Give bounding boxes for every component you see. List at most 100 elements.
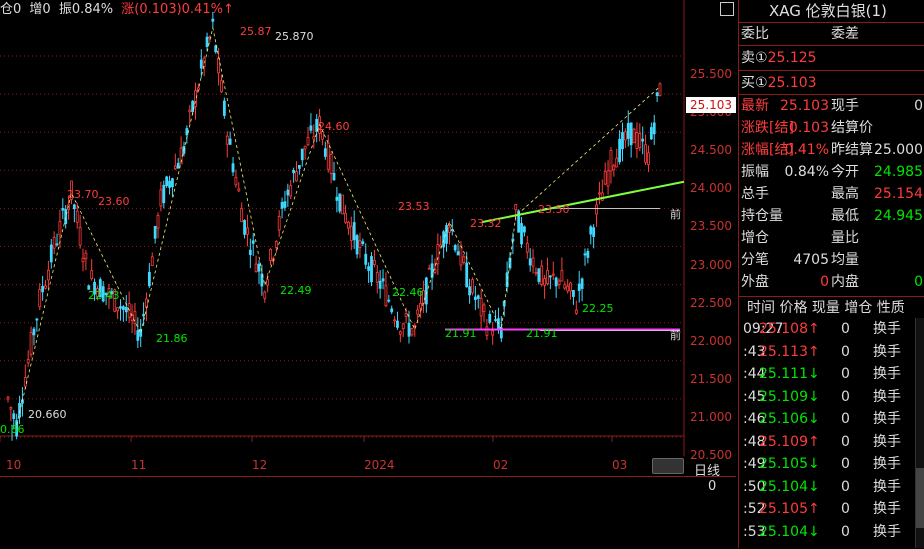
candle-body bbox=[142, 313, 145, 317]
candle-body bbox=[205, 36, 209, 48]
candle-body bbox=[46, 269, 50, 281]
candlestick-chart[interactable]: 25.870 20.6600.66 25.87 23.7023.60 24.60 23.5… bbox=[0, 0, 736, 456]
tick-volume: 0 bbox=[841, 388, 850, 405]
sell1-label: 卖① bbox=[741, 50, 768, 66]
candle-body bbox=[295, 171, 298, 182]
stat-value: 0 bbox=[914, 274, 923, 290]
candle-body bbox=[257, 263, 261, 272]
stat-label: 增仓 bbox=[741, 230, 769, 246]
tick-row: :52 25.105↑ 0 换手 bbox=[739, 498, 924, 520]
candle-body bbox=[514, 204, 518, 211]
tick-header: 时间 价格 现量 增仓 性质 bbox=[747, 300, 905, 316]
candle-body bbox=[621, 132, 624, 150]
price-tick-label: 21.000 bbox=[690, 409, 732, 424]
date-tick-label: 10 bbox=[6, 458, 22, 472]
candle-body bbox=[615, 157, 619, 168]
candle-body bbox=[168, 180, 171, 188]
stat-row-r3: 涨幅[结] 0.41% 昨结算 25.000 bbox=[741, 139, 924, 161]
stat-row-r6: 持仓量 最低 24.945 bbox=[741, 205, 924, 227]
candle-body bbox=[410, 328, 414, 336]
tick-nature: 换手 bbox=[873, 456, 901, 472]
tick-row: :48 25.109↑ 0 换手 bbox=[739, 431, 924, 453]
tick-volume: 0 bbox=[841, 501, 850, 517]
chart-scroll-thumb[interactable] bbox=[652, 458, 684, 474]
candle-body bbox=[603, 171, 607, 185]
candle-body bbox=[199, 59, 203, 69]
candle-body bbox=[572, 289, 575, 297]
candle-body bbox=[540, 265, 544, 285]
trough-label: 22.43 bbox=[88, 289, 120, 302]
candle-body bbox=[349, 225, 353, 241]
date-axis: 10 11 12 2024 02 03 bbox=[0, 456, 684, 476]
candle-body bbox=[407, 322, 411, 337]
buy1-row: 买①25.103 bbox=[741, 72, 817, 94]
stat-label: 昨结算 bbox=[831, 142, 873, 158]
tick-price: 25.109↓ bbox=[759, 388, 820, 405]
candle-body bbox=[9, 406, 13, 410]
candle-body bbox=[26, 359, 30, 364]
tick-price: 25.106↓ bbox=[759, 411, 820, 427]
stat-label: 总手 bbox=[741, 186, 769, 202]
candle-body bbox=[251, 240, 255, 244]
candle-body bbox=[52, 237, 56, 249]
buy1-label: 买① bbox=[741, 75, 768, 91]
candle-body bbox=[589, 226, 593, 235]
candle-body bbox=[473, 296, 477, 301]
candle-body bbox=[476, 295, 480, 299]
tick-row: :49 25.105↓ 0 换手 bbox=[739, 453, 924, 475]
candle-body bbox=[523, 226, 526, 233]
candle-body bbox=[528, 258, 532, 266]
period-label[interactable]: 日线 bbox=[694, 460, 720, 479]
candle-body bbox=[387, 299, 391, 302]
candle-body bbox=[583, 253, 587, 256]
candle-body bbox=[367, 266, 371, 271]
tick-nature: 换手 bbox=[873, 501, 901, 517]
candle-body bbox=[44, 285, 47, 289]
scroll-thumb[interactable] bbox=[916, 468, 924, 528]
candle-body bbox=[358, 240, 362, 248]
trough-label: 22.46 bbox=[392, 286, 424, 299]
candle-body bbox=[6, 396, 10, 400]
candle-body bbox=[150, 256, 154, 267]
stat-value: 25.154 bbox=[874, 186, 923, 202]
peak-label: 24.60 bbox=[318, 120, 350, 133]
stat-row-r4: 振幅 0.84% 今开 24.985 bbox=[741, 161, 924, 183]
candle-body bbox=[58, 221, 62, 236]
candle-body bbox=[283, 201, 287, 208]
candle-body bbox=[248, 249, 252, 255]
instrument-title: XAG 伦敦白银(1) bbox=[769, 2, 887, 20]
candle-body bbox=[632, 128, 636, 144]
candle-body bbox=[352, 222, 356, 241]
tick-scrollbar[interactable] bbox=[915, 318, 924, 548]
high-label: 25.870 bbox=[275, 30, 314, 43]
tick-row: :43 25.113↑ 0 换手 bbox=[739, 341, 924, 363]
peak-label: 23.70 bbox=[67, 188, 99, 201]
stat-value: 25.000 bbox=[874, 142, 923, 158]
candle-body bbox=[427, 267, 431, 270]
date-tick-label: 02 bbox=[493, 458, 509, 472]
sell1-price: 25.125 bbox=[767, 50, 817, 66]
candle-body bbox=[623, 131, 627, 141]
tick-price: 25.104↓ bbox=[759, 523, 820, 540]
candle-body bbox=[370, 256, 373, 283]
tick-volume: 0 bbox=[841, 321, 850, 337]
price-tick-label: 22.500 bbox=[690, 295, 732, 310]
price-tick-label: 23.500 bbox=[690, 219, 732, 234]
candle-body bbox=[372, 259, 376, 265]
price-tick-label: 23.000 bbox=[690, 257, 732, 272]
candle-body bbox=[220, 80, 223, 93]
price-tick-label: 25.500 bbox=[690, 67, 732, 81]
date-tick-label: 12 bbox=[252, 458, 268, 472]
candle-body bbox=[436, 244, 440, 265]
trough-label: 21.91 bbox=[445, 327, 477, 340]
date-tick-label: 03 bbox=[612, 458, 628, 472]
candle-body bbox=[217, 57, 221, 74]
price-tick-label: 22.000 bbox=[690, 333, 732, 348]
candle-body bbox=[612, 165, 616, 171]
stat-label: 内盘 bbox=[831, 274, 859, 290]
candle-body bbox=[116, 307, 120, 312]
stat-label: 持仓量 bbox=[741, 208, 783, 224]
candle-body bbox=[652, 122, 656, 135]
volume-value: 0 bbox=[708, 479, 717, 494]
candle-body bbox=[55, 243, 59, 246]
